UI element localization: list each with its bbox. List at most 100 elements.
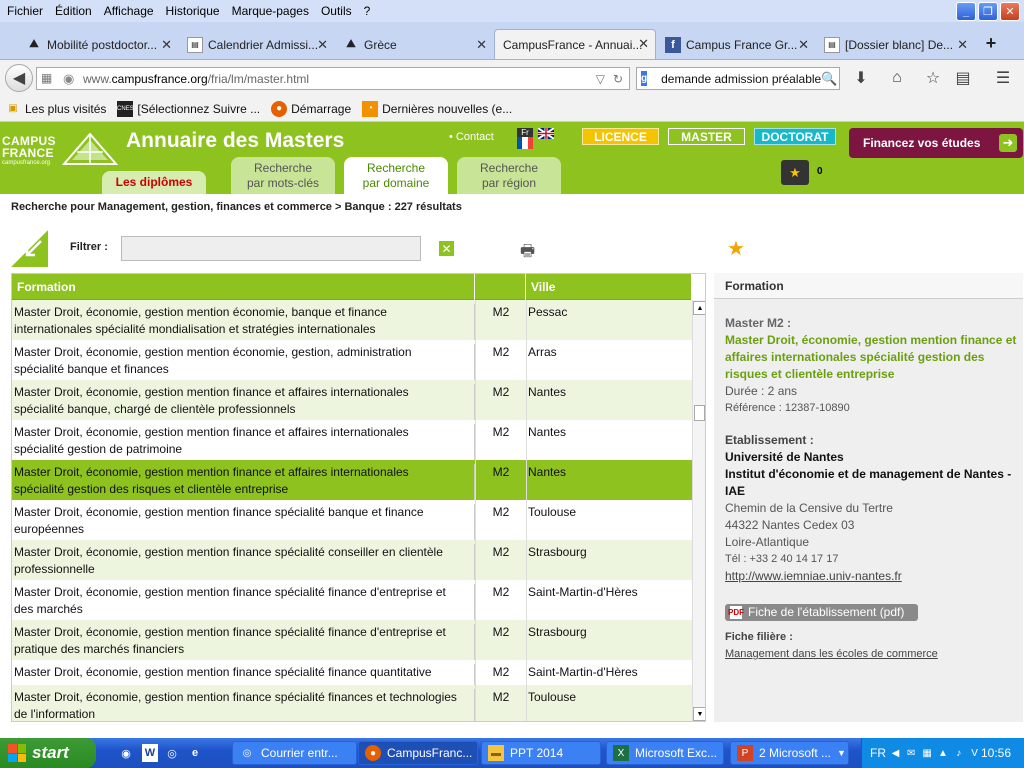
detail-title: Master Droit, économie, gestion mention …	[725, 333, 1017, 381]
menu-aide[interactable]: ?	[358, 4, 377, 18]
download-icon[interactable]: ⬇	[850, 68, 872, 88]
home-icon[interactable]: ⌂	[886, 68, 908, 88]
filter-input[interactable]	[121, 236, 421, 261]
browser-tab[interactable]: ⛰ Grèce ✕	[335, 31, 493, 58]
campusfrance-logo[interactable]: CAMPUS FRANCE campusfrance.org	[2, 130, 118, 170]
fiche-etablissement-pdf-button[interactable]: PDF Fiche de l'établissement (pdf)	[725, 604, 919, 621]
url-bar[interactable]: ▦ ◉ www.campusfrance.org/fria/lm/master.…	[36, 67, 630, 90]
table-row[interactable]: Master Droit, économie, gestion mention …	[12, 500, 692, 540]
browser-tab[interactable]: ⛰ Mobilité postdoctor... ✕	[18, 31, 178, 58]
table-row-selected[interactable]: Master Droit, économie, gestion mention …	[12, 460, 692, 500]
bookmark-item[interactable]: ▣ Les plus visités	[5, 101, 106, 117]
search-input[interactable]: demande admission préalable	[661, 72, 821, 86]
start-button[interactable]: start	[0, 738, 96, 768]
scroll-up-icon[interactable]: ▲	[693, 301, 705, 315]
reload-icon[interactable]: ↻	[613, 72, 623, 86]
security-icon[interactable]: ▲	[936, 745, 949, 761]
volume-icon[interactable]: ♪	[952, 745, 965, 761]
table-row[interactable]: Master Droit, économie, gestion mention …	[12, 580, 692, 620]
close-icon[interactable]: ✕	[161, 37, 172, 53]
contact-link[interactable]: • Contact	[449, 131, 494, 143]
scroll-down-icon[interactable]: ▼	[693, 707, 705, 721]
antivirus-icon[interactable]: V	[968, 745, 981, 761]
menu-icon[interactable]: ☰	[992, 68, 1014, 88]
restore-button[interactable]: ❐	[978, 2, 998, 21]
tab-diplomes[interactable]: Les diplômes	[102, 171, 206, 194]
search-icon[interactable]: 🔍	[821, 71, 837, 87]
bookmark-item[interactable]: CNES [Sélectionnez Suivre ...	[117, 100, 260, 117]
menu-edition[interactable]: Édition	[49, 4, 98, 18]
bookmarks-list-icon[interactable]: ▤	[952, 68, 974, 88]
table-row[interactable]: Master Droit, économie, gestion mention …	[12, 620, 692, 660]
table-row[interactable]: Master Droit, économie, gestion mention …	[12, 660, 692, 685]
menu-historique[interactable]: Historique	[160, 4, 226, 18]
browser-tab[interactable]: ▤ [Dossier blanc] De... ✕	[816, 31, 974, 58]
task-powerpoint[interactable]: P 2 Microsoft ... ▼	[730, 741, 849, 765]
task-outlook[interactable]: ◎ Courrier entr...	[232, 741, 357, 765]
menu-affichage[interactable]: Affichage	[98, 4, 160, 18]
bookmark-item[interactable]: ● Démarrage	[271, 100, 351, 117]
task-folder[interactable]: ▬ PPT 2014	[481, 741, 601, 765]
tab-recherche-region[interactable]: Recherche par région	[457, 157, 561, 194]
table-row[interactable]: Master Droit, économie, gestion mention …	[12, 685, 692, 721]
close-icon[interactable]: ✕	[957, 37, 968, 53]
header-level[interactable]	[475, 274, 526, 300]
financez-button[interactable]: Financez vos études ➜	[849, 128, 1023, 158]
french-flag-icon[interactable]: Fr	[517, 128, 533, 150]
mail-tray-icon[interactable]: ✉	[905, 745, 918, 761]
table-row[interactable]: Master Droit, économie, gestion mention …	[12, 380, 692, 420]
bookmark-item[interactable]: ◔ Dernières nouvelles (e...	[362, 100, 512, 117]
task-firefox[interactable]: ● CampusFranc...	[358, 741, 478, 765]
task-excel[interactable]: X Microsoft Exc...	[606, 741, 724, 765]
collapse-arrow-icon[interactable]	[11, 230, 48, 267]
scroll-thumb[interactable]	[694, 405, 705, 421]
minimize-button[interactable]: _	[956, 2, 976, 21]
clock: 10:56	[980, 746, 1011, 760]
outlook-icon[interactable]: ◎	[164, 744, 180, 762]
close-icon[interactable]: ✕	[317, 37, 328, 53]
close-icon[interactable]: ✕	[798, 37, 809, 53]
menu-marque-pages[interactable]: Marque-pages	[226, 4, 315, 18]
selection-cart-icon[interactable]: ★	[781, 160, 809, 185]
firefox-icon[interactable]: ◉	[118, 744, 134, 762]
google-icon[interactable]: g	[641, 71, 648, 86]
licence-button[interactable]: LICENCE	[582, 128, 659, 145]
results-scrollbar[interactable]: ▲ ▼	[692, 300, 705, 721]
language-indicator[interactable]: FR	[870, 746, 886, 760]
close-icon[interactable]: ✕	[638, 36, 649, 52]
network-icon[interactable]: ▦	[921, 745, 934, 761]
dropdown-icon[interactable]: ▽	[596, 72, 605, 86]
browser-tab[interactable]: ▤ Calendrier Admissi... ✕	[179, 31, 334, 58]
doctorat-button[interactable]: DOCTORAT	[754, 128, 836, 145]
back-button[interactable]: ◀	[5, 64, 33, 92]
header-formation[interactable]: Formation	[12, 274, 475, 300]
menu-fichier[interactable]: Fichier	[0, 4, 49, 18]
browser-tab[interactable]: f Campus France Gr... ✕	[657, 31, 815, 58]
tab-recherche-domaine[interactable]: Recherche par domaine	[344, 157, 448, 194]
browser-tab-active[interactable]: CampusFrance - Annuai... ✕	[494, 29, 656, 59]
print-icon[interactable]: 🖶	[520, 240, 535, 267]
ie-icon[interactable]: e	[187, 744, 203, 762]
english-flag-icon[interactable]	[537, 127, 555, 140]
table-row[interactable]: Master Droit, économie, gestion mention …	[12, 340, 692, 380]
menu-outils[interactable]: Outils	[315, 4, 358, 18]
fiche-filiere-link[interactable]: Management dans les écoles de commerce	[725, 646, 1017, 663]
header-ville[interactable]: Ville	[526, 274, 692, 300]
help-icon[interactable]: ◀	[889, 745, 902, 761]
close-window-button[interactable]: ✕	[1000, 2, 1020, 21]
new-tab-button[interactable]: +	[980, 32, 1002, 54]
table-row[interactable]: Master Droit, économie, gestion mention …	[12, 420, 692, 460]
search-bar[interactable]: g demande admission préalable 🔍	[636, 67, 840, 90]
table-row[interactable]: Master Droit, économie, gestion mention …	[12, 300, 692, 340]
word-icon[interactable]: W	[142, 744, 158, 762]
tab-line: par région	[481, 175, 537, 190]
history-icon[interactable]: ▦	[41, 71, 57, 87]
close-icon[interactable]: ✕	[476, 37, 487, 53]
website-link[interactable]: http://www.iemniae.univ-nantes.fr	[725, 568, 1017, 585]
master-button[interactable]: MASTER	[668, 128, 745, 145]
tab-recherche-mots-cles[interactable]: Recherche par mots-clés	[231, 157, 335, 194]
bookmark-star-icon[interactable]: ☆	[922, 68, 944, 88]
clear-filter-icon[interactable]: ✕	[439, 241, 454, 256]
table-row[interactable]: Master Droit, économie, gestion mention …	[12, 540, 692, 580]
add-favorite-star-icon[interactable]: ★	[727, 236, 745, 261]
